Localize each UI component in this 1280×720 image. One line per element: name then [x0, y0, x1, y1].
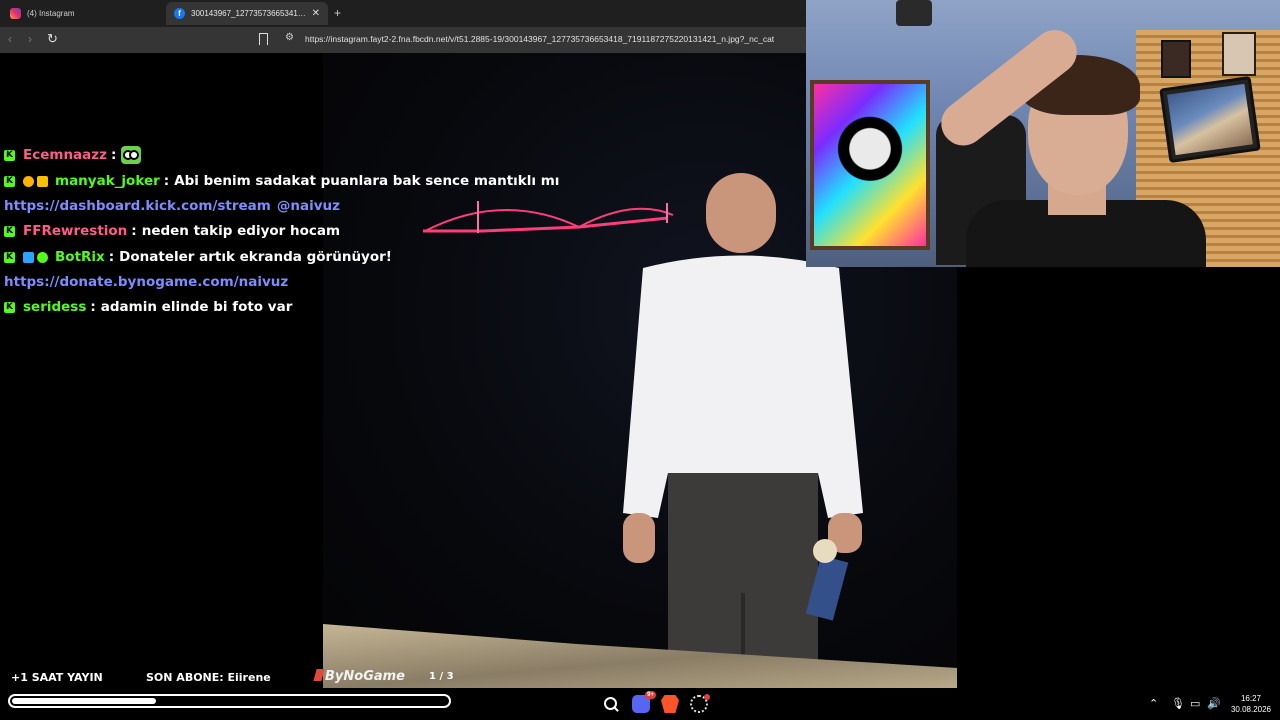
chat-username: Ecemnaazz — [23, 147, 107, 163]
chat-colon: : — [163, 173, 170, 189]
site-info-icon[interactable]: ⚙ — [285, 32, 294, 43]
kick-badge-icon: K — [4, 175, 15, 187]
chat-colon: : — [111, 147, 117, 163]
bookmark-icon[interactable] — [259, 33, 268, 45]
recording-app-icon[interactable] — [690, 694, 710, 713]
neon-poster — [810, 80, 930, 250]
chat-text: neden takip ediyor hocam — [141, 223, 341, 239]
verified-badge-icon — [37, 251, 48, 263]
chat-username: manyak_joker — [55, 173, 160, 189]
chat-message: K manyak_joker : Abi benim sadakat puanl… — [4, 168, 564, 194]
new-tab-icon[interactable]: + — [334, 6, 341, 20]
stream-progress-bar — [8, 694, 451, 708]
search-icon[interactable] — [602, 695, 620, 713]
last-sub-label: SON ABONE: Eiirene — [146, 671, 271, 684]
facebook-icon: f — [174, 8, 185, 19]
progress-fill — [12, 698, 156, 704]
chat-message: K Ecemnaazz : — [4, 142, 564, 168]
tab-instagram[interactable]: (4) Instagram — [2, 2, 162, 25]
chat-mention[interactable]: @naivuz — [277, 196, 340, 216]
picture-frame — [1161, 40, 1191, 78]
gift-badge-icon — [23, 175, 34, 187]
forward-icon[interactable]: › — [28, 32, 32, 46]
chat-message: https://dashboard.kick.com/stream @naivu… — [4, 194, 564, 218]
close-tab-icon[interactable]: ✕ — [312, 8, 320, 19]
chat-overlay: K Ecemnaazz : K manyak_joker : Abi benim… — [4, 142, 564, 320]
brave-browser-icon[interactable] — [661, 695, 679, 713]
chat-text: adamin elinde bi foto var — [100, 299, 293, 315]
windows-start-icon[interactable] — [572, 695, 589, 712]
ticker-pager: 1 / 3 — [429, 671, 454, 682]
chat-username: BotRix — [55, 249, 105, 265]
tablet — [1159, 75, 1261, 164]
kick-badge-icon: K — [4, 251, 15, 263]
discord-notification-badge: 9+ — [645, 691, 656, 699]
tab-title: (4) Instagram — [27, 9, 75, 18]
kick-badge-icon: K — [4, 225, 15, 237]
kick-badge-icon: K — [4, 301, 15, 313]
stream-ticker: +1 SAAT YAYIN SON ABONE: Eiirene ByNoGam… — [0, 667, 460, 687]
chat-username: seridess — [23, 299, 87, 315]
chat-text: Abi benim sadakat puanlara bak sence man… — [174, 173, 560, 189]
chat-link[interactable]: https://donate.bynogame.com/naivuz — [4, 272, 288, 292]
webcam-feed — [806, 0, 1280, 267]
microphone-icon[interactable]: 🎙 — [1171, 697, 1185, 710]
back-icon[interactable]: ‹ — [8, 32, 12, 46]
url-field[interactable]: https://instagram.fayt2-2.fna.fbcdn.net/… — [305, 34, 806, 44]
kick-badge-icon: K — [4, 149, 15, 161]
system-clock[interactable]: 16:27 30.08.2026 — [1228, 693, 1274, 715]
chat-message: K seridess : adamin elinde bi foto var — [4, 294, 564, 320]
discord-icon[interactable]: 9+ — [632, 691, 656, 713]
chevron-up-icon[interactable]: ⌃ — [1149, 697, 1158, 710]
screen: (4) Instagram f 300143967_12773573665341… — [0, 0, 1280, 720]
picture-frame — [1222, 32, 1256, 76]
chat-username: FFRewrestion — [23, 223, 128, 239]
display-icon[interactable]: ▭ — [1190, 697, 1200, 710]
tab-title: 300143967_127735736653418_7 — [191, 9, 308, 18]
tab-image[interactable]: f 300143967_127735736653418_7 ✕ — [166, 2, 328, 25]
reload-icon[interactable]: ↻ — [47, 31, 58, 47]
chat-colon: : — [131, 223, 137, 239]
chat-message: https://donate.bynogame.com/naivuz — [4, 270, 564, 294]
toy-car — [896, 0, 932, 26]
chat-colon: : — [108, 249, 115, 265]
chat-message: K FFRewrestion : neden takip ediyor hoca… — [4, 218, 564, 244]
clock-time: 16:27 — [1240, 694, 1262, 703]
instagram-icon — [10, 8, 21, 19]
chat-colon: : — [90, 299, 96, 315]
chat-message: K BotRix : Donateler artık ekranda görün… — [4, 244, 564, 270]
clock-date: 30.08.2026 — [1230, 705, 1272, 714]
bynogame-logo: ByNoGame — [315, 669, 405, 684]
frog-emote-icon — [121, 146, 142, 164]
address-bar-row: ‹ › ↻ ⚙ https://instagram.fayt2-2.fna.fb… — [0, 27, 806, 53]
chat-link[interactable]: https://dashboard.kick.com/stream — [4, 196, 271, 216]
bot-badge-icon — [23, 251, 34, 263]
browser-tab-bar: (4) Instagram f 300143967_12773573665341… — [0, 0, 806, 27]
chat-text: Donateler artık ekranda görünüyor! — [119, 249, 392, 265]
volume-icon[interactable]: 🔊 — [1207, 697, 1221, 710]
crown-badge-icon — [37, 175, 48, 187]
stream-hours-label: +1 SAAT YAYIN — [11, 671, 103, 684]
